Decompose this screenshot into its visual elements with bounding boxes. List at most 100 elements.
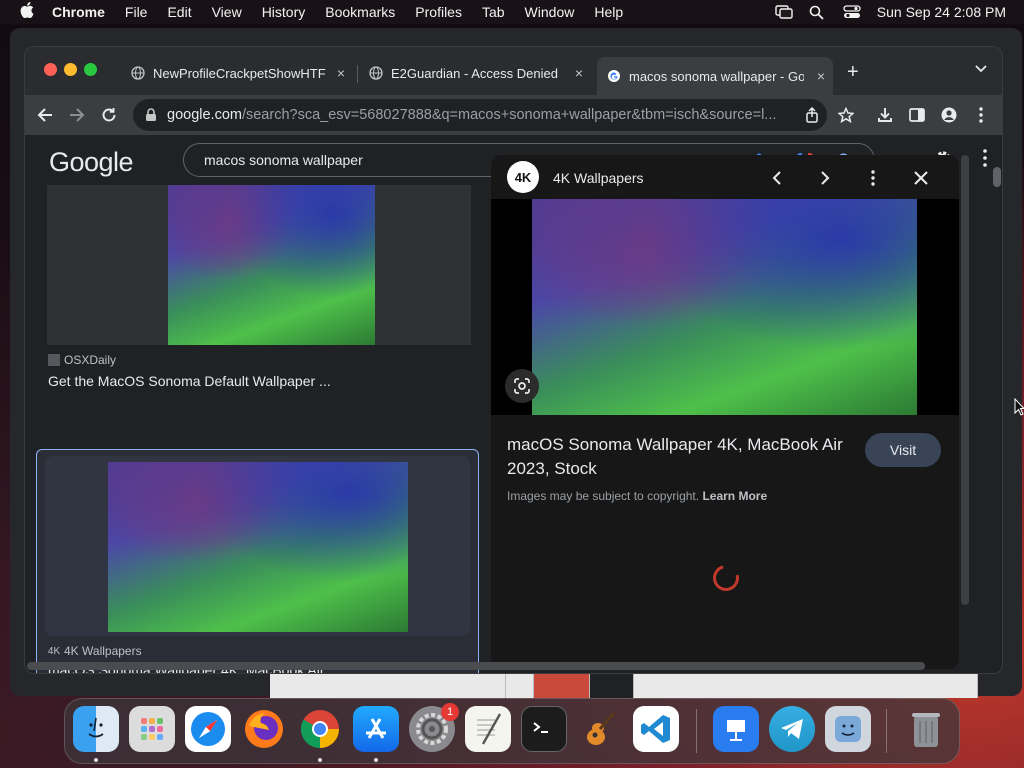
keynote-icon[interactable] (713, 706, 759, 752)
close-preview-icon[interactable] (910, 167, 932, 189)
result-source-name: 4K Wallpapers (64, 644, 142, 658)
close-icon[interactable]: × (575, 65, 583, 81)
menu-view[interactable]: View (212, 4, 242, 20)
wallpaper-thumbnail[interactable] (108, 462, 408, 632)
control-center-icon[interactable] (843, 5, 861, 19)
reload-icon[interactable] (97, 103, 121, 127)
tab-separator (357, 65, 358, 83)
close-window-button[interactable] (44, 63, 57, 76)
new-tab-button[interactable]: + (847, 61, 859, 84)
telegram-icon[interactable] (769, 706, 815, 752)
preview-title[interactable]: macOS Sonoma Wallpaper 4K, MacBook Air 2… (507, 433, 857, 481)
4k-wallpapers-logo[interactable]: 4K (507, 161, 539, 193)
app-store-icon[interactable] (353, 706, 399, 752)
previous-image-icon[interactable] (766, 167, 788, 189)
chrome-menu-icon[interactable] (969, 103, 993, 127)
migration-assistant-icon[interactable] (825, 706, 871, 752)
terminal-icon[interactable] (521, 706, 567, 752)
globe-icon (131, 66, 145, 80)
tab-google-search[interactable]: macos sonoma wallpaper - Go × (597, 57, 833, 95)
profile-avatar-icon[interactable] (937, 103, 961, 127)
close-icon[interactable]: × (337, 65, 345, 81)
4k-wallpapers-favicon-icon: 4K (47, 645, 61, 657)
more-options-icon[interactable] (862, 167, 884, 189)
preview-scrollbar[interactable] (961, 155, 969, 605)
menu-app-name[interactable]: Chrome (52, 4, 105, 20)
page-scrollbar-thumb[interactable] (993, 167, 1001, 187)
more-options-icon[interactable] (983, 149, 987, 172)
preview-source-name[interactable]: 4K Wallpapers (553, 170, 644, 186)
notification-badge: 1 (441, 703, 459, 721)
launchpad-icon[interactable] (129, 706, 175, 752)
copyright-text: Images may be subject to copyright. (507, 489, 700, 503)
url-path: /search?sca_esv=568027888&q=macos+sonoma… (241, 107, 777, 123)
visual-studio-code-icon[interactable] (633, 706, 679, 752)
trash-icon[interactable] (903, 706, 949, 752)
zoom-window-button[interactable] (84, 63, 97, 76)
result-source[interactable]: 4K 4K Wallpapers (48, 644, 142, 658)
minimize-window-button[interactable] (64, 63, 77, 76)
menu-help[interactable]: Help (594, 4, 623, 20)
menu-bookmarks[interactable]: Bookmarks (325, 4, 395, 20)
tab-e2guardian[interactable]: E2Guardian - Access Denied × (359, 57, 591, 89)
menu-tab[interactable]: Tab (482, 4, 505, 20)
result-source-name: OSXDaily (64, 353, 117, 367)
apple-icon[interactable] (18, 2, 36, 22)
visit-button[interactable]: Visit (865, 433, 941, 467)
result-title[interactable]: Get the MacOS Sonoma Default Wallpaper .… (48, 373, 331, 389)
tab-title: NewProfileCrackpetShowHTF (153, 65, 326, 81)
dock-separator (696, 709, 697, 753)
image-preview-panel: 4K 4K Wallpapers macOS Sonoma Wallpaper … (491, 155, 959, 669)
dock-running-indicator (374, 758, 378, 762)
browser-toolbar: google.com/search?sca_esv=568027888&q=ma… (25, 95, 1002, 135)
address-bar[interactable]: google.com/search?sca_esv=568027888&q=ma… (133, 99, 827, 131)
horizontal-scrollbar[interactable] (27, 662, 925, 670)
chrome-window: NewProfileCrackpetShowHTF × E2Guardian -… (24, 46, 1003, 674)
menubar: Chrome File Edit View History Bookmarks … (0, 0, 1024, 24)
dock: 1 (64, 698, 960, 764)
bookmark-star-icon[interactable] (834, 103, 858, 127)
tab-search-chevron-icon[interactable] (974, 61, 988, 79)
url-text: google.com/search?sca_esv=568027888&q=ma… (167, 107, 797, 123)
tab-strip: NewProfileCrackpetShowHTF × E2Guardian -… (25, 47, 1002, 95)
site-info-icon[interactable] (145, 108, 159, 122)
forward-arrow-icon[interactable] (65, 103, 89, 127)
firefox-icon[interactable] (241, 706, 287, 752)
spotlight-search-icon[interactable] (809, 5, 825, 20)
learn-more-link[interactable]: Learn More (702, 489, 767, 503)
google-g-icon (607, 69, 621, 83)
download-icon[interactable] (873, 103, 897, 127)
close-icon[interactable]: × (817, 68, 825, 84)
osxdaily-favicon-icon (48, 354, 60, 366)
safari-icon[interactable] (185, 706, 231, 752)
back-arrow-icon[interactable] (33, 103, 57, 127)
menu-file[interactable]: File (125, 4, 148, 20)
tab-title: macos sonoma wallpaper - Go (629, 68, 804, 84)
google-logo[interactable]: Google (49, 147, 134, 178)
chrome-icon[interactable] (297, 706, 343, 752)
menubar-clock[interactable]: Sun Sep 24 2:08 PM (877, 4, 1006, 20)
url-host: google.com (167, 107, 242, 123)
image-result-selected[interactable]: 4K 4K Wallpapers macOS Sonoma Wallpaper … (36, 449, 479, 673)
page-scrollbar-track[interactable] (990, 135, 1002, 673)
dock-running-indicator (318, 758, 322, 762)
screen-mirroring-icon[interactable] (775, 5, 793, 19)
menu-profiles[interactable]: Profiles (415, 4, 462, 20)
lens-search-icon[interactable] (505, 369, 539, 403)
menu-history[interactable]: History (262, 4, 306, 20)
share-icon[interactable] (805, 106, 819, 127)
tab-newprofile[interactable]: NewProfileCrackpetShowHTF × (121, 57, 353, 89)
garageband-icon[interactable] (577, 706, 623, 752)
background-window-content (270, 674, 978, 698)
menu-edit[interactable]: Edit (167, 4, 191, 20)
dock-running-indicator (94, 758, 98, 762)
menu-window[interactable]: Window (525, 4, 575, 20)
side-panel-icon[interactable] (905, 103, 929, 127)
image-result[interactable]: OSXDaily Get the MacOS Sonoma Default Wa… (39, 185, 471, 395)
finder-icon[interactable] (73, 706, 119, 752)
textedit-icon[interactable] (465, 706, 511, 752)
result-source[interactable]: OSXDaily (48, 353, 116, 367)
preview-wallpaper-image[interactable] (532, 199, 917, 415)
next-image-icon[interactable] (814, 167, 836, 189)
wallpaper-thumbnail[interactable] (168, 185, 375, 345)
